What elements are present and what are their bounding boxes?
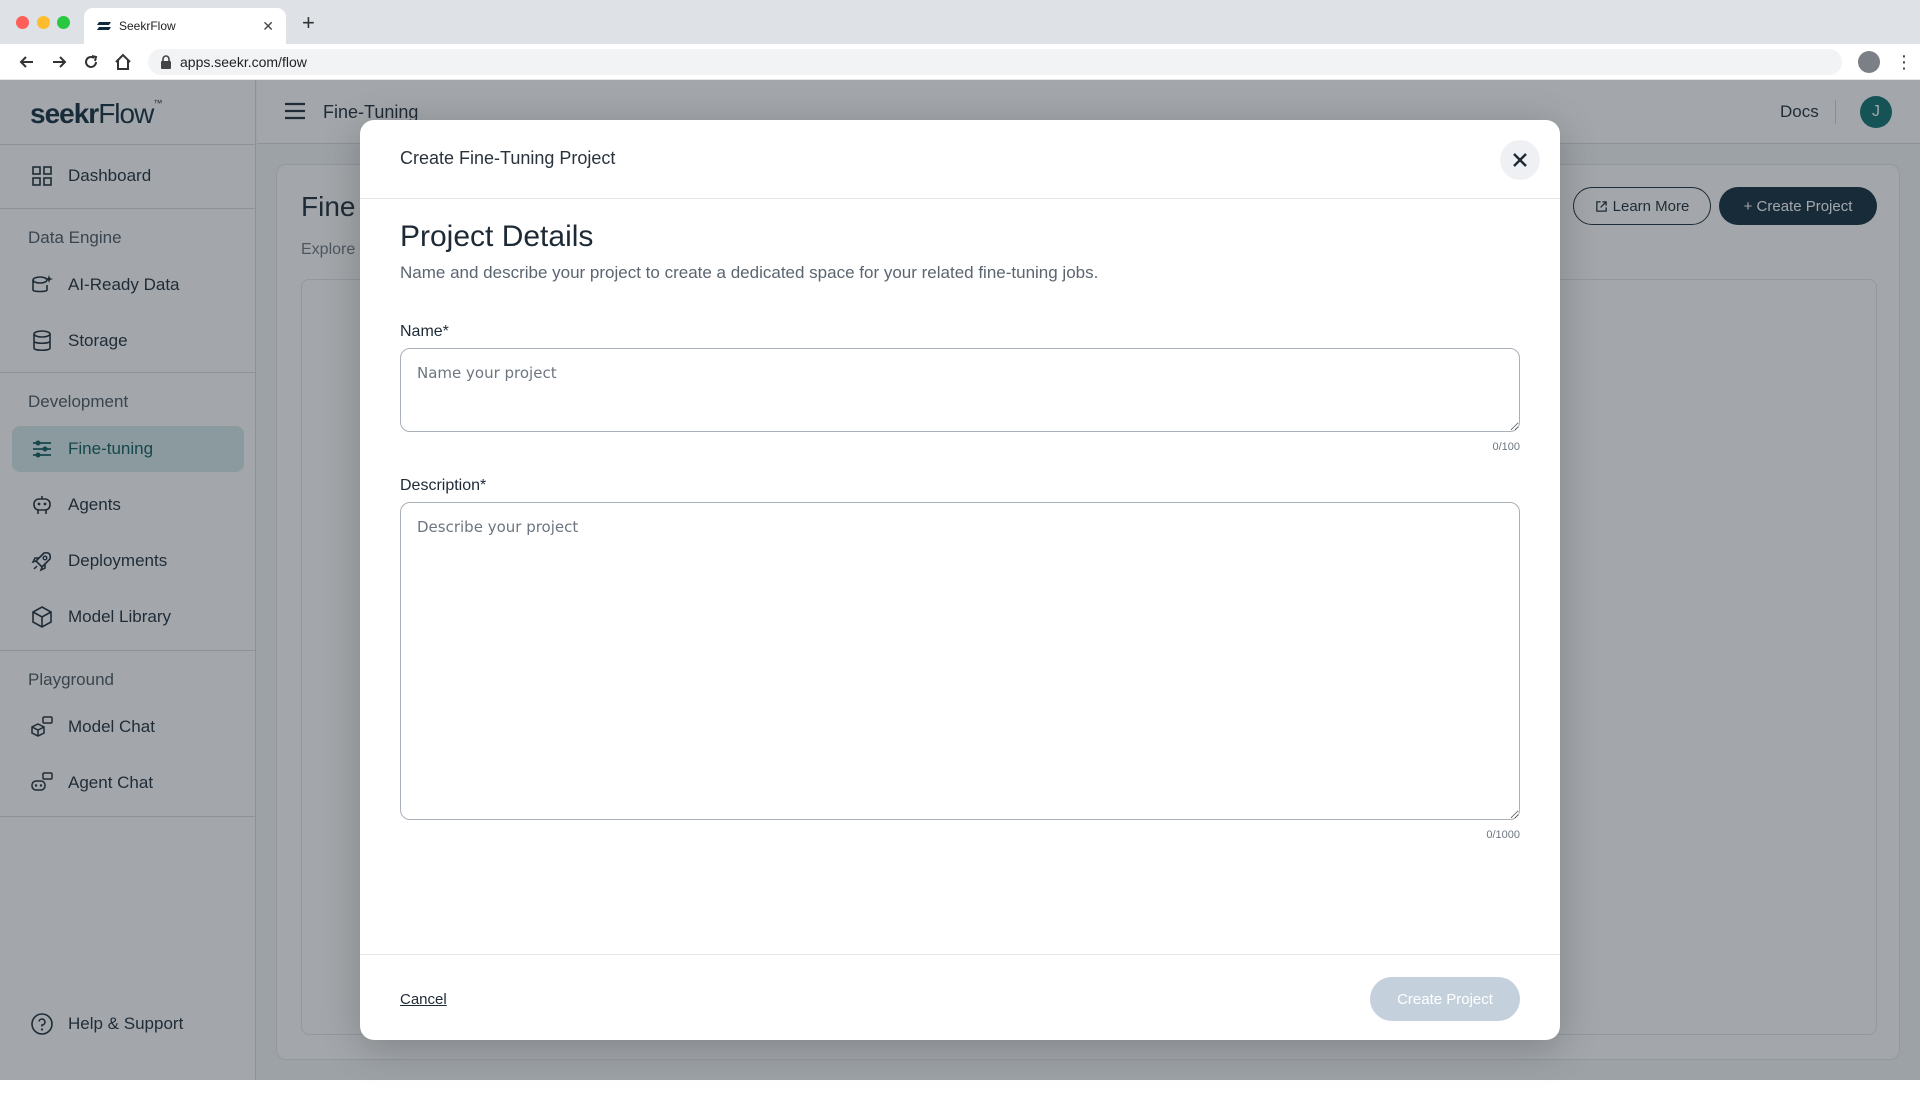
modal-footer: Cancel Create Project bbox=[360, 954, 1560, 1040]
modal-header: Create Fine-Tuning Project bbox=[360, 120, 1560, 199]
browser-menu-icon[interactable]: ⋮ bbox=[1895, 52, 1913, 73]
project-description-input[interactable] bbox=[400, 502, 1520, 820]
lock-icon bbox=[161, 55, 171, 69]
seekr-favicon-icon bbox=[97, 22, 111, 30]
browser-tab[interactable]: SeekrFlow ✕ bbox=[84, 8, 286, 44]
home-icon[interactable] bbox=[113, 52, 133, 72]
close-icon bbox=[1513, 153, 1527, 167]
browser-profile-avatar[interactable] bbox=[1858, 51, 1880, 73]
window-bottom-edge bbox=[0, 1080, 1920, 1115]
window-zoom-button[interactable] bbox=[57, 16, 70, 29]
description-char-counter: 0/1000 bbox=[1486, 829, 1520, 841]
close-tab-icon[interactable]: ✕ bbox=[262, 18, 274, 35]
window-close-button[interactable] bbox=[16, 16, 29, 29]
section-subtitle: Name and describe your project to create… bbox=[400, 263, 1099, 282]
section-title: Project Details bbox=[400, 220, 594, 253]
forward-arrow-icon[interactable] bbox=[49, 52, 69, 72]
address-bar[interactable]: apps.seekr.com/flow bbox=[148, 49, 1842, 75]
url-text: apps.seekr.com/flow bbox=[180, 54, 307, 70]
browser-tab-title: SeekrFlow bbox=[119, 19, 176, 33]
project-name-input[interactable] bbox=[400, 348, 1520, 432]
reload-icon[interactable] bbox=[81, 52, 101, 72]
window-minimize-button[interactable] bbox=[37, 16, 50, 29]
name-label: Name* bbox=[400, 323, 449, 340]
modal-title: Create Fine-Tuning Project bbox=[400, 148, 616, 168]
description-label: Description* bbox=[400, 477, 487, 494]
back-arrow-icon[interactable] bbox=[17, 52, 37, 72]
close-modal-button[interactable] bbox=[1500, 140, 1540, 180]
browser-tab-bar: SeekrFlow ✕ + bbox=[0, 0, 1920, 44]
new-tab-button[interactable]: + bbox=[302, 10, 315, 36]
name-char-counter: 0/100 bbox=[1492, 441, 1520, 453]
browser-toolbar: apps.seekr.com/flow ⋮ bbox=[0, 44, 1920, 80]
create-project-modal: Create Fine-Tuning Project Project Detai… bbox=[360, 120, 1560, 1040]
cancel-button[interactable]: Cancel bbox=[400, 991, 447, 1008]
create-project-submit-button[interactable]: Create Project bbox=[1370, 977, 1520, 1021]
